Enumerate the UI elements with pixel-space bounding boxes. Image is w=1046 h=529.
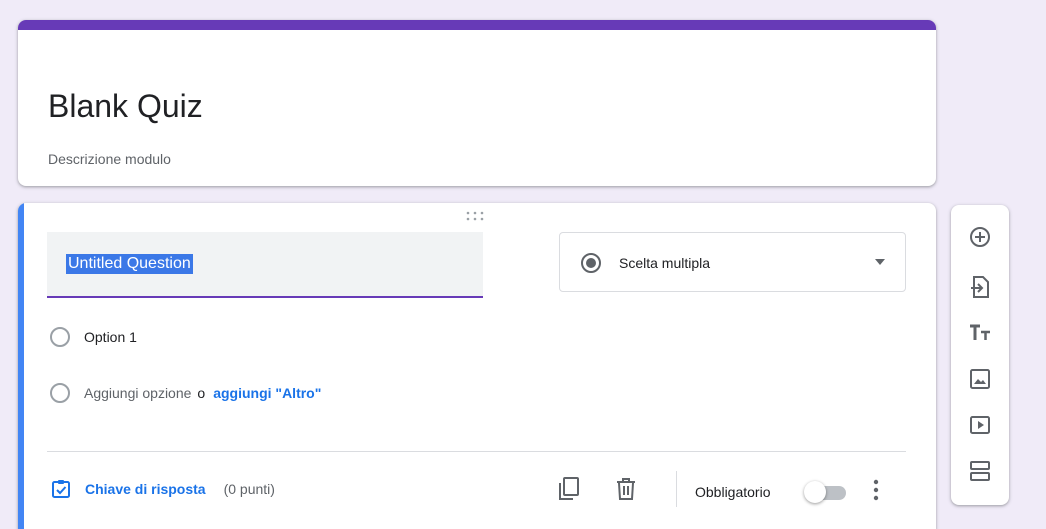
or-separator: o	[197, 385, 206, 401]
section-icon	[970, 461, 990, 481]
more-options-icon[interactable]	[872, 479, 880, 501]
question-title-text: Untitled Question	[66, 254, 193, 274]
caret-down-icon	[875, 259, 885, 265]
add-other-button[interactable]: aggiungi "Altro"	[213, 385, 321, 401]
question-title-input[interactable]: Untitled Question	[47, 232, 483, 298]
duplicate-icon[interactable]	[558, 477, 580, 501]
option-label[interactable]: Option 1	[84, 329, 137, 345]
video-icon	[970, 416, 990, 434]
answer-key-button[interactable]: Chiave di risposta (0 punti)	[51, 479, 275, 499]
points-label: (0 punti)	[223, 481, 275, 497]
footer-divider	[47, 451, 906, 452]
question-type-dropdown[interactable]: Scelta multipla	[559, 232, 906, 292]
radio-button-checked-icon	[581, 253, 601, 273]
add-title-button[interactable]	[968, 321, 992, 345]
add-option-row[interactable]: Aggiungi opzione o aggiungi "Altro"	[50, 383, 321, 403]
add-image-button[interactable]	[968, 367, 992, 391]
import-icon	[971, 276, 989, 298]
answer-key-label: Chiave di risposta	[85, 481, 206, 497]
question-toolbar	[951, 205, 1009, 505]
required-label: Obbligatorio	[695, 484, 771, 500]
drag-handle-icon[interactable]	[464, 211, 486, 221]
assignment-check-icon	[52, 480, 70, 498]
radio-button-unchecked-icon	[50, 327, 70, 347]
form-description[interactable]: Descrizione modulo	[48, 151, 171, 167]
add-video-button[interactable]	[968, 413, 992, 437]
image-icon	[970, 369, 990, 389]
add-question-button[interactable]	[968, 225, 992, 249]
add-option-button[interactable]: Aggiungi opzione	[84, 385, 191, 401]
footer-vertical-divider	[676, 471, 677, 507]
add-circle-icon	[970, 227, 990, 247]
focus-indicator	[18, 203, 24, 529]
form-title[interactable]: Blank Quiz	[48, 86, 203, 126]
question-card[interactable]: Untitled Question Scelta multipla Option…	[18, 203, 936, 529]
text-fields-icon	[970, 324, 990, 340]
required-toggle[interactable]	[804, 481, 850, 503]
import-questions-button[interactable]	[968, 275, 992, 299]
toggle-thumb	[804, 481, 826, 503]
question-type-label: Scelta multipla	[619, 255, 711, 271]
delete-icon[interactable]	[616, 478, 636, 500]
theme-accent-bar	[18, 20, 936, 30]
option-row[interactable]: Option 1	[50, 327, 137, 347]
add-section-button[interactable]	[968, 459, 992, 483]
form-header-card[interactable]: Blank Quiz Descrizione modulo	[18, 20, 936, 186]
radio-button-unchecked-icon	[50, 383, 70, 403]
